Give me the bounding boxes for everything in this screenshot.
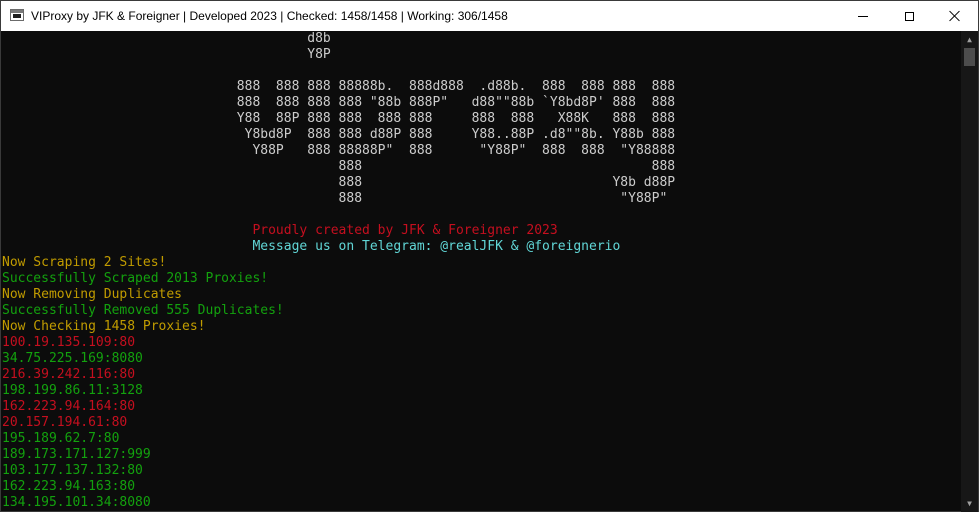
minimize-button[interactable] bbox=[840, 1, 886, 31]
scroll-up-arrow-icon[interactable]: ▲ bbox=[961, 31, 978, 48]
status-line: Now Removing Duplicates bbox=[2, 287, 183, 302]
status-line: Successfully Removed 555 Duplicates! bbox=[2, 303, 284, 318]
banner-line bbox=[2, 207, 960, 223]
scrollbar-thumb[interactable] bbox=[964, 48, 975, 66]
status-line: Now Scraping 2 Sites! bbox=[2, 255, 167, 270]
status-line: Now Checking 1458 Proxies! bbox=[2, 319, 206, 334]
credits-line: Proudly created by JFK & Foreigner 2023 bbox=[2, 223, 558, 238]
banner-line: 888 Y8b d88P bbox=[2, 175, 676, 190]
banner-line: Y88 88P 888 888 888 888 888 888 X88K 888… bbox=[2, 111, 676, 126]
banner-line: Y8bd8P 888 888 d88P 888 Y88..88P .d8""8b… bbox=[2, 127, 676, 142]
proxy-result-line: 162.223.94.163:80 bbox=[2, 479, 136, 494]
proxy-result-line: 198.199.86.11:3128 bbox=[2, 383, 143, 398]
banner-line: 888 888 bbox=[2, 159, 676, 174]
proxy-result-line: 189.173.171.127:999 bbox=[2, 447, 151, 462]
proxy-result-line: 100.19.135.109:80 bbox=[2, 335, 136, 350]
proxy-result-line: 134.195.101.34:8080 bbox=[2, 495, 151, 510]
console-window: VIProxy by JFK & Foreigner | Developed 2… bbox=[0, 0, 979, 512]
status-line: Successfully Scraped 2013 Proxies! bbox=[2, 271, 269, 286]
close-icon bbox=[949, 10, 961, 22]
proxy-result-line: 103.177.137.132:80 bbox=[2, 463, 143, 478]
title-bar[interactable]: VIProxy by JFK & Foreigner | Developed 2… bbox=[1, 1, 978, 31]
proxy-result-line: 195.189.62.7:80 bbox=[2, 431, 120, 446]
minimize-icon bbox=[858, 15, 868, 17]
vertical-scrollbar[interactable]: ▲ ▼ bbox=[961, 31, 978, 512]
maximize-button[interactable] bbox=[886, 1, 932, 31]
scroll-down-arrow-icon[interactable]: ▼ bbox=[961, 495, 978, 512]
console-icon bbox=[10, 9, 24, 21]
banner-line bbox=[2, 63, 960, 79]
close-button[interactable] bbox=[932, 1, 978, 31]
telegram-line: Message us on Telegram: @realJFK & @fore… bbox=[2, 239, 621, 254]
proxy-result-line: 20.157.194.61:80 bbox=[2, 415, 128, 430]
banner-line: Y8P bbox=[2, 47, 331, 62]
banner-line: d8b bbox=[2, 31, 331, 46]
banner-line: 888 "Y88P" bbox=[2, 191, 668, 206]
proxy-result-line: 34.75.225.169:8080 bbox=[2, 351, 143, 366]
window-title: VIProxy by JFK & Foreigner | Developed 2… bbox=[31, 9, 508, 23]
maximize-icon bbox=[904, 11, 914, 21]
banner-line: Y88P 888 88888P" 888 "Y88P" 888 888 "Y88… bbox=[2, 143, 676, 158]
proxy-result-line: 162.223.94.164:80 bbox=[2, 399, 136, 414]
console-output[interactable]: d8b Y8P 888 888 888 88888b. 888d888 .d88… bbox=[2, 31, 960, 512]
proxy-result-line: 216.39.242.116:80 bbox=[2, 367, 136, 382]
banner-line: 888 888 888 888 "88b 888P" d88""88b `Y8b… bbox=[2, 95, 676, 110]
banner-line: 888 888 888 88888b. 888d888 .d88b. 888 8… bbox=[2, 79, 676, 94]
